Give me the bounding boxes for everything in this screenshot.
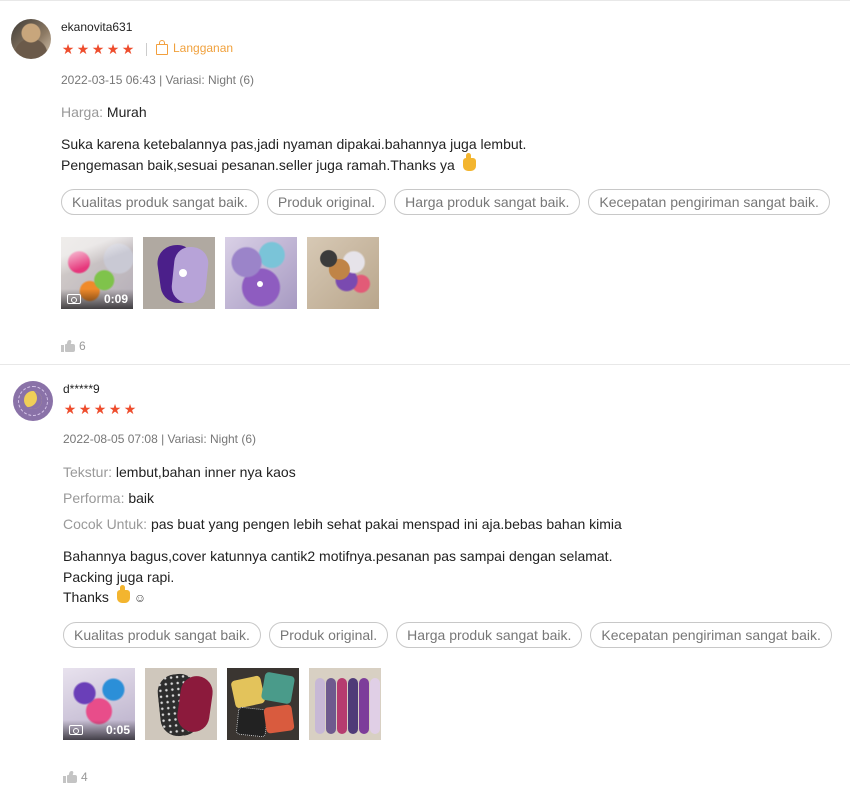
- star-icon: ★: [63, 401, 77, 417]
- attribute-row: Harga: Murah: [61, 104, 147, 120]
- star-icon: ★: [78, 401, 92, 417]
- review-tag: Harga produk sangat baik.: [396, 622, 583, 648]
- attribute-key: Performa:: [63, 490, 125, 506]
- star-icon: ★: [93, 401, 107, 417]
- review-tag: Kualitas produk sangat baik.: [61, 189, 259, 215]
- star-icon: ★: [106, 41, 120, 57]
- avatar[interactable]: [13, 381, 53, 421]
- review-comment: Suka karena ketebalannya pas,jadi nyaman…: [61, 134, 526, 175]
- review-tag: Kecepatan pengiriman sangat baik.: [590, 622, 832, 648]
- star-rating: ★ ★ ★ ★ ★: [61, 42, 135, 56]
- video-duration: 0:09: [103, 292, 128, 306]
- review-media: 0:05: [63, 668, 381, 740]
- attribute-row: Cocok Untuk: pas buat yang pengen lebih …: [63, 516, 622, 532]
- review-photo-thumbnail[interactable]: [145, 668, 217, 740]
- review-photo-thumbnail[interactable]: [225, 237, 297, 309]
- thumbs-up-emoji-icon: [462, 152, 476, 171]
- avatar[interactable]: [11, 19, 51, 59]
- smile-emoji-icon: ☺: [133, 591, 147, 605]
- review-meta: 2022-08-05 07:08 | Variasi: Night (6): [63, 432, 257, 446]
- review-meta: 2022-03-15 06:43 | Variasi: Night (6): [61, 73, 255, 87]
- camera-icon: [67, 294, 81, 304]
- video-duration: 0:05: [105, 723, 130, 737]
- star-icon: ★: [76, 41, 90, 57]
- comment-line: Suka karena ketebalannya pas,jadi nyaman…: [61, 136, 527, 152]
- attribute-value: baik: [128, 490, 155, 506]
- star-icon: ★: [61, 41, 75, 57]
- subscription-label: Langganan: [173, 41, 234, 55]
- comment-line: Thanks ☺: [63, 585, 147, 605]
- comment-line: Packing juga rapi.: [63, 568, 175, 585]
- attribute-value: lembut,bahan inner nya kaos: [115, 464, 296, 480]
- like-count: 4: [81, 770, 88, 784]
- review-item: d*****9 ★ ★ ★ ★ ★ 2022-08-05 07:08 | Var…: [0, 364, 850, 801]
- review-photo-thumbnail[interactable]: [143, 237, 215, 309]
- reviewer-username[interactable]: ekanovita631: [61, 20, 132, 34]
- like-button[interactable]: 6: [61, 339, 86, 353]
- review-comment: Bahannya bagus,cover katunnya cantik2 mo…: [63, 546, 612, 609]
- like-count: 6: [79, 339, 86, 353]
- attribute-value: Murah: [106, 104, 147, 120]
- reviewer-username[interactable]: d*****9: [63, 382, 100, 396]
- camera-icon: [69, 725, 83, 735]
- star-rating: ★ ★ ★ ★ ★: [63, 402, 137, 416]
- review-item: ekanovita631 ★ ★ ★ ★ ★ Langganan 2022-03…: [0, 0, 850, 365]
- attribute-key: Tekstur:: [63, 464, 113, 480]
- review-photo-thumbnail[interactable]: [227, 668, 299, 740]
- review-tag: Produk original.: [268, 622, 389, 648]
- review-tag: Kualitas produk sangat baik.: [63, 622, 261, 648]
- review-tag: Kecepatan pengiriman sangat baik.: [588, 189, 830, 215]
- comment-line: Bahannya bagus,cover katunnya cantik2 mo…: [63, 548, 613, 564]
- review-media: 0:09: [61, 237, 379, 309]
- thumbs-up-emoji-icon: [116, 585, 130, 603]
- attribute-row: Performa: baik: [63, 490, 154, 506]
- review-photo-thumbnail[interactable]: [309, 668, 381, 740]
- divider: [146, 43, 147, 56]
- review-tags: Kualitas produk sangat baik. Produk orig…: [63, 622, 832, 648]
- review-photo-thumbnail[interactable]: [307, 237, 379, 309]
- like-button[interactable]: 4: [63, 770, 88, 784]
- review-tag: Harga produk sangat baik.: [394, 189, 581, 215]
- subscription-badge: Langganan: [156, 40, 234, 55]
- attribute-key: Cocok Untuk:: [63, 516, 148, 532]
- thumbs-up-icon: [63, 771, 77, 783]
- star-icon: ★: [123, 401, 137, 417]
- shopping-bag-icon: [156, 40, 168, 55]
- attribute-value: pas buat yang pengen lebih sehat pakai m…: [150, 516, 622, 532]
- star-icon: ★: [91, 41, 105, 57]
- review-video-thumbnail[interactable]: 0:05: [63, 668, 135, 740]
- review-tags: Kualitas produk sangat baik. Produk orig…: [61, 189, 830, 215]
- star-icon: ★: [121, 41, 135, 57]
- comment-line: Pengemasan baik,sesuai pesanan.seller ju…: [61, 152, 526, 176]
- attribute-key: Harga:: [61, 104, 104, 120]
- thumbs-up-icon: [61, 340, 75, 352]
- review-video-thumbnail[interactable]: 0:09: [61, 237, 133, 309]
- star-icon: ★: [108, 401, 122, 417]
- review-tag: Produk original.: [266, 189, 387, 215]
- attribute-row: Tekstur: lembut,bahan inner nya kaos: [63, 464, 296, 480]
